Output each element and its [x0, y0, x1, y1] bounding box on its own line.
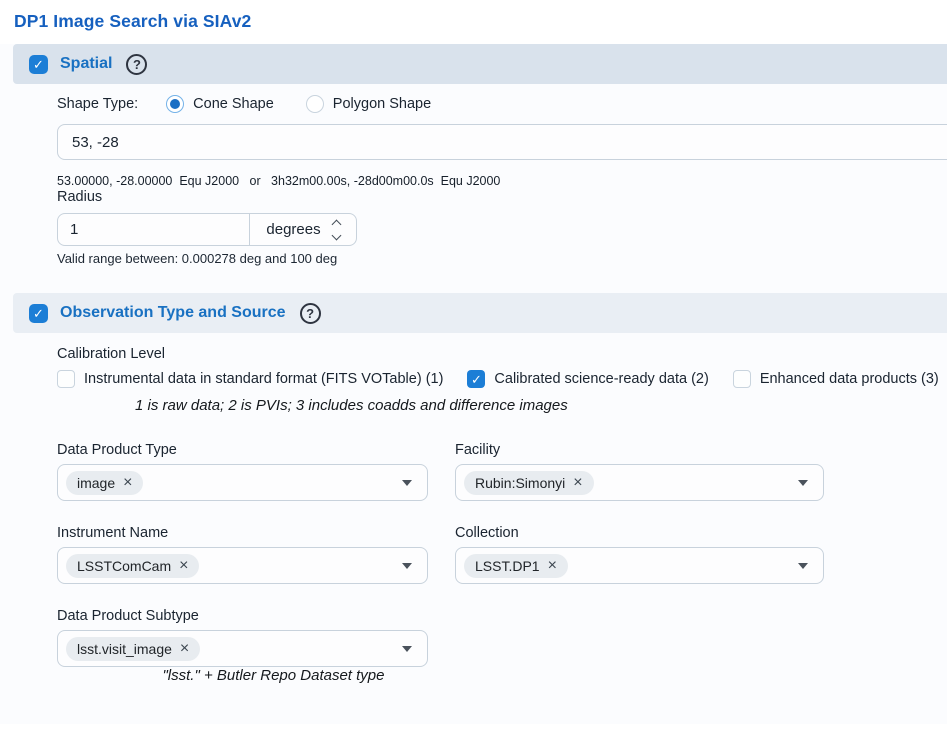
facility-tag: Rubin:Simonyi ×: [464, 471, 594, 495]
remove-tag-icon[interactable]: ×: [573, 475, 582, 491]
dropdown-caret-icon[interactable]: [798, 480, 808, 486]
data-product-subtype-tag: lsst.visit_image ×: [66, 637, 200, 661]
collection-label: Collection: [455, 525, 824, 541]
data-product-subtype-combobox[interactable]: lsst.visit_image ×: [57, 630, 428, 667]
tag-value: LSST.DP1: [475, 558, 540, 574]
position-input[interactable]: [57, 124, 947, 160]
remove-tag-icon[interactable]: ×: [179, 558, 188, 574]
data-product-subtype-label: Data Product Subtype: [57, 608, 428, 624]
spatial-enabled-checkbox[interactable]: ✓: [29, 55, 48, 74]
spatial-help-icon[interactable]: ?: [126, 54, 147, 75]
chevron-down-icon: [331, 230, 341, 240]
subtype-note: "lsst." + Butler Repo Dataset type: [88, 667, 459, 684]
calibration-levels-note: 1 is raw data; 2 is PVIs; 3 includes coa…: [135, 397, 947, 414]
calibration-level-1-checkbox[interactable]: Instrumental data in standard format (FI…: [57, 370, 443, 388]
checkbox-unchecked-icon: [57, 370, 75, 388]
check-icon: ✓: [471, 373, 482, 386]
spatial-section-content: Shape Type: Cone Shape Polygon Shape 53.…: [0, 93, 947, 293]
radius-input-group: degrees: [57, 213, 357, 246]
collection-tag: LSST.DP1 ×: [464, 554, 568, 578]
collection-combobox[interactable]: LSST.DP1 ×: [455, 547, 824, 584]
remove-tag-icon[interactable]: ×: [123, 475, 132, 491]
observation-enabled-checkbox[interactable]: ✓: [29, 304, 48, 323]
tag-value: Rubin:Simonyi: [475, 475, 565, 491]
calibration-level-2-checkbox[interactable]: ✓ Calibrated science-ready data (2): [467, 370, 708, 388]
shape-type-label: Shape Type:: [57, 96, 138, 112]
calibration-level-3-label: Enhanced data products (3): [760, 371, 939, 387]
observation-help-icon[interactable]: ?: [300, 303, 321, 324]
spatial-section-title: Spatial: [60, 55, 112, 73]
cone-shape-label: Cone Shape: [193, 96, 274, 112]
facility-label: Facility: [455, 442, 824, 458]
radio-unselected-icon: [306, 95, 324, 113]
calibration-level-options: Instrumental data in standard format (FI…: [57, 370, 947, 388]
dropdown-caret-icon[interactable]: [402, 646, 412, 652]
radio-selected-icon: [166, 95, 184, 113]
check-icon: ✓: [33, 58, 44, 71]
tag-value: lsst.visit_image: [77, 641, 172, 657]
checkbox-unchecked-icon: [733, 370, 751, 388]
radius-input[interactable]: [58, 214, 249, 245]
observation-fields-grid: Data Product Type image × Facility Rubin…: [57, 442, 947, 667]
calibration-level-label: Calibration Level: [57, 346, 947, 362]
instrument-name-field: Instrument Name LSSTComCam ×: [57, 525, 428, 584]
facility-combobox[interactable]: Rubin:Simonyi ×: [455, 464, 824, 501]
cone-shape-radio[interactable]: Cone Shape: [166, 95, 274, 113]
remove-tag-icon[interactable]: ×: [548, 558, 557, 574]
data-product-type-combobox[interactable]: image ×: [57, 464, 428, 501]
chevron-up-icon: [331, 219, 341, 229]
instrument-name-label: Instrument Name: [57, 525, 428, 541]
spinner-icon[interactable]: [333, 221, 340, 239]
tag-value: LSSTComCam: [77, 558, 171, 574]
instrument-name-tag: LSSTComCam ×: [66, 554, 199, 578]
remove-tag-icon[interactable]: ×: [180, 641, 189, 657]
data-product-type-label: Data Product Type: [57, 442, 428, 458]
facility-field: Facility Rubin:Simonyi ×: [455, 442, 824, 501]
dropdown-caret-icon[interactable]: [402, 563, 412, 569]
data-product-type-field: Data Product Type image ×: [57, 442, 428, 501]
radius-label: Radius: [57, 189, 102, 205]
radius-unit-value: degrees: [266, 221, 320, 238]
calibration-level-3-checkbox[interactable]: Enhanced data products (3): [733, 370, 939, 388]
position-hint: 53.00000, -28.00000 Equ J2000 or 3h32m00…: [57, 174, 947, 188]
tag-value: image: [77, 475, 115, 491]
check-icon: ✓: [33, 307, 44, 320]
observation-section-content: Calibration Level Instrumental data in s…: [0, 346, 947, 684]
calibration-level-2-label: Calibrated science-ready data (2): [494, 371, 708, 387]
shape-type-row: Shape Type: Cone Shape Polygon Shape: [57, 93, 947, 115]
data-product-subtype-field: Data Product Subtype lsst.visit_image ×: [57, 608, 428, 667]
data-product-type-tag: image ×: [66, 471, 143, 495]
instrument-name-combobox[interactable]: LSSTComCam ×: [57, 547, 428, 584]
observation-section-header[interactable]: ✓ Observation Type and Source ?: [13, 293, 947, 333]
search-panel: ✓ Spatial ? Shape Type: Cone Shape Polyg…: [0, 44, 947, 724]
calibration-level-1-label: Instrumental data in standard format (FI…: [84, 371, 443, 387]
collection-field: Collection LSST.DP1 ×: [455, 525, 824, 584]
radius-unit-select[interactable]: degrees: [249, 214, 356, 245]
checkbox-checked-icon: ✓: [467, 370, 485, 388]
polygon-shape-radio[interactable]: Polygon Shape: [306, 95, 431, 113]
polygon-shape-label: Polygon Shape: [333, 96, 431, 112]
radius-valid-range-hint: Valid range between: 0.000278 deg and 10…: [57, 251, 947, 266]
spatial-section-header[interactable]: ✓ Spatial ?: [13, 44, 947, 84]
page-title: DP1 Image Search via SIAv2: [0, 0, 947, 32]
observation-section-title: Observation Type and Source: [60, 304, 286, 322]
dropdown-caret-icon[interactable]: [402, 480, 412, 486]
dropdown-caret-icon[interactable]: [798, 563, 808, 569]
